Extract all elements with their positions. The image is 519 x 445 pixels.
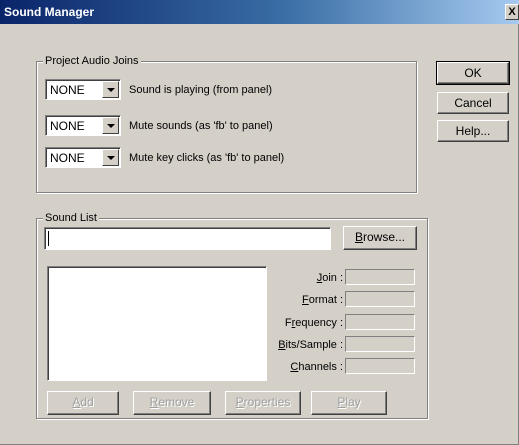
close-icon[interactable]: X — [505, 4, 519, 20]
remove-button[interactable]: Remove — [133, 391, 211, 415]
combo-value: NONE — [50, 83, 85, 97]
ok-button[interactable]: OK — [436, 61, 510, 85]
bits-sample-mnemonic: B — [278, 339, 286, 351]
browse-label: rowse... — [363, 230, 406, 244]
browse-button[interactable]: Browse... — [343, 226, 417, 250]
chevron-down-icon[interactable] — [102, 81, 119, 98]
add-button[interactable]: Add — [47, 391, 119, 415]
text-caret — [48, 231, 49, 246]
mute-sounds-combo[interactable]: NONE — [45, 115, 121, 136]
frequency-value-field — [345, 314, 415, 330]
sound-list-group: Sound List Browse... Join : Format : Fre… — [36, 211, 428, 419]
browse-mnemonic: B — [354, 230, 363, 244]
bits-sample-label: Bits/Sample : — [243, 338, 343, 352]
add-label: dd — [80, 395, 94, 409]
play-label: lay — [345, 395, 361, 409]
sound-playing-label: Sound is playing (from panel) — [129, 84, 273, 96]
sound-listbox[interactable] — [47, 266, 267, 381]
chevron-down-icon[interactable] — [102, 117, 119, 134]
bits-sample-value-field — [345, 336, 415, 352]
play-button[interactable]: Play — [311, 391, 387, 415]
properties-button[interactable]: Properties — [225, 391, 301, 415]
sound-manager-dialog: Sound Manager X Project Audio Joins NONE… — [0, 0, 519, 445]
mute-key-clicks-label: Mute key clicks (as 'fb' to panel) — [129, 152, 285, 164]
project-audio-joins-title: Project Audio Joins — [43, 54, 141, 68]
help-button[interactable]: Help... — [437, 120, 509, 142]
properties-mnemonic: P — [235, 395, 244, 409]
mute-sounds-label: Mute sounds (as 'fb' to panel) — [129, 120, 273, 132]
format-value-field — [345, 291, 415, 307]
format-label: Format : — [243, 293, 343, 307]
channels-text: hannels : — [298, 361, 343, 373]
sound-playing-combo[interactable]: NONE — [45, 79, 121, 100]
sound-list-title: Sound List — [43, 211, 99, 225]
frequency-text: equency : — [295, 317, 343, 329]
frequency-label: Frequency : — [243, 316, 343, 330]
combo-value: NONE — [50, 151, 85, 165]
format-text: ormat : — [308, 294, 343, 306]
remove-label: emove — [158, 395, 195, 409]
bits-sample-text: its/Sample : — [285, 339, 343, 351]
mute-key-clicks-combo[interactable]: NONE — [45, 147, 121, 168]
cancel-button[interactable]: Cancel — [437, 92, 509, 114]
frequency-prefix: F — [284, 317, 292, 329]
chevron-down-icon[interactable] — [102, 149, 119, 166]
channels-label: Channels : — [243, 360, 343, 374]
title-bar[interactable]: Sound Manager X — [0, 0, 519, 24]
join-value-field — [345, 269, 415, 285]
project-audio-joins-group: Project Audio Joins NONE Sound is playin… — [36, 54, 417, 193]
sound-path-input[interactable] — [44, 227, 331, 250]
remove-mnemonic: R — [149, 395, 159, 409]
properties-label: roperties — [243, 395, 291, 409]
join-label: Join : — [243, 271, 343, 285]
window-title: Sound Manager — [4, 5, 95, 19]
format-mnemonic: F — [302, 294, 309, 306]
join-text: oin : — [322, 272, 343, 284]
channels-value-field — [345, 358, 415, 374]
combo-value: NONE — [50, 119, 85, 133]
